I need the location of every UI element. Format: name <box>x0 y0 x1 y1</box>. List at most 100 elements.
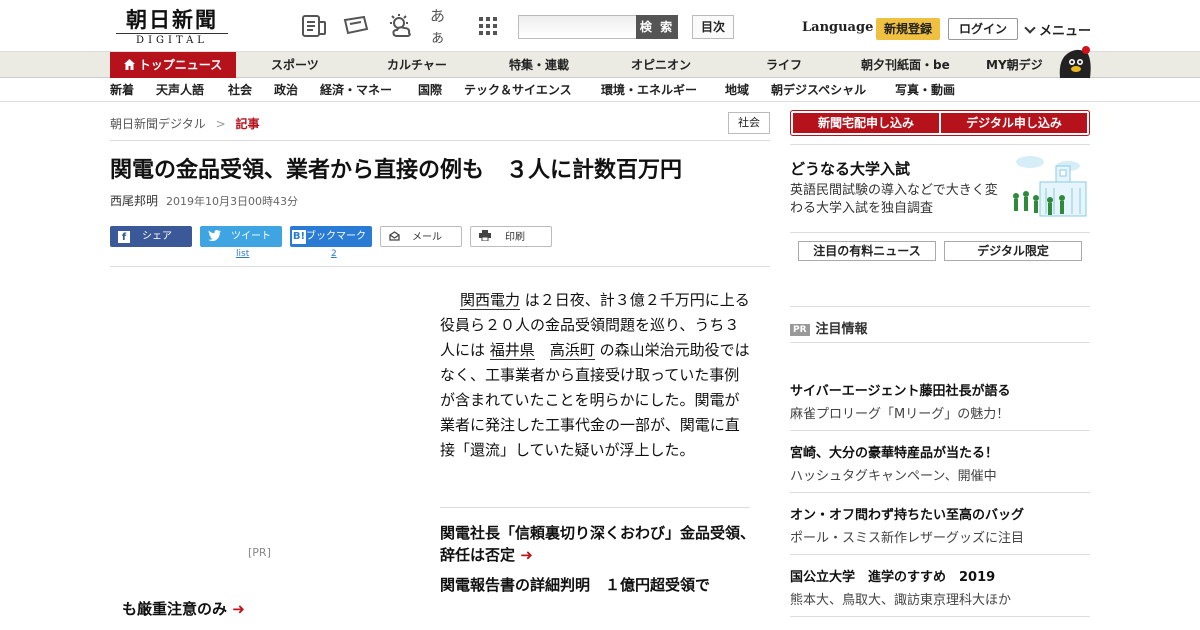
pr-item-desc[interactable]: 麻雀プロリーグ「Mリーグ」の魅力！ <box>790 403 1009 422</box>
related-link-left[interactable]: も厳重注意のみ ➜ <box>122 598 245 619</box>
pr-item-desc[interactable]: ハッシュタグキャンペーン、開催中 <box>790 465 997 484</box>
article-headline: 関電の金品受領、業者から直接の例も ３人に計数百万円 <box>110 158 683 183</box>
article-body: 関西電力 は２日夜、計３億２千万円に上る役員ら２０人の金品受領問題を巡り、うち３… <box>440 288 752 463</box>
twitter-share-button[interactable]: ツイート <box>200 226 282 247</box>
breadcrumb-separator: > <box>215 117 226 131</box>
divider <box>790 430 1090 431</box>
breadcrumb-home[interactable]: 朝日新聞デジタル <box>110 117 206 131</box>
pr-item-desc[interactable]: 熊本大、鳥取大、諏訪東京理科大ほか <box>790 589 1011 608</box>
related-article-link[interactable]: 関電報告書の詳細判明 １億円超受領で <box>440 574 760 596</box>
nav-politics[interactable]: 政治 <box>274 78 298 102</box>
facebook-share-button[interactable]: f シェア <box>110 226 192 247</box>
pr-item-title[interactable]: サイバーエージェント藤田社長が語る <box>790 380 1010 399</box>
feature-title[interactable]: どうなる大学入試 <box>790 158 910 179</box>
nav-tech-science[interactable]: テック＆サイエンス <box>464 78 572 102</box>
related-article-link[interactable]: 関電社長「信頼裏切り深くおわび」金品受領、辞任は否定 ➜ <box>440 522 760 566</box>
arrow-right-icon: ➜ <box>232 600 245 618</box>
nav-region[interactable]: 地域 <box>725 78 749 102</box>
byline: 西尾邦明 2019年10月3日00時43分 <box>110 192 298 209</box>
divider <box>790 342 1090 343</box>
nav-top-news-label: トップニュース <box>138 58 223 72</box>
nav-my-asadigi[interactable]: MY朝デジ <box>986 52 1043 78</box>
twitter-count[interactable]: list <box>236 249 249 259</box>
breadcrumb: 朝日新聞デジタル > 記事 <box>110 115 260 132</box>
nav-photo-video[interactable]: 写真・動画 <box>895 78 955 102</box>
chevron-down-icon <box>1024 22 1036 34</box>
pr-badge: PR <box>790 324 810 336</box>
hatena-bookmark-button[interactable]: B!ブックマーク <box>290 226 372 247</box>
divider <box>440 507 750 508</box>
print-button[interactable]: 印刷 <box>470 226 552 247</box>
secondary-nav: 新着 天声人語 社会 政治 経済・マネー 国際 テック＆サイエンス 環境・エネル… <box>0 78 1200 102</box>
pr-item-title[interactable]: 宮崎、大分の豪華特産品が当たる！ <box>790 442 998 461</box>
divider <box>110 140 770 141</box>
divider <box>790 616 1090 617</box>
arrow-right-icon: ➜ <box>520 546 533 564</box>
link-fukui[interactable]: 福井県 <box>489 341 535 360</box>
print-icon <box>479 228 491 249</box>
nav-culture[interactable]: カルチャー <box>387 52 447 78</box>
hatena-count[interactable]: 2 <box>331 249 337 259</box>
register-button[interactable]: 新規登録 <box>876 18 940 40</box>
university-illustration[interactable] <box>1010 152 1090 224</box>
font-size-icon[interactable]: あぁ <box>430 7 458 46</box>
nav-international[interactable]: 国際 <box>418 78 442 102</box>
feature-description[interactable]: 英語民間試験の導入などで大きく変わる大学入試を独自調査 <box>790 182 1010 218</box>
tab-paid-news[interactable]: 注目の有料ニュース <box>798 241 936 261</box>
pr-item-title[interactable]: 国公立大学 進学のすすめ 2019 <box>790 566 995 585</box>
link-takahama[interactable]: 高浜町 <box>549 341 595 360</box>
link-kansai-electric[interactable]: 関西電力 <box>460 291 521 310</box>
font-size-glyph: あぁ <box>430 7 446 46</box>
search-button[interactable]: 検 索 <box>636 15 678 39</box>
pr-item-desc[interactable]: ポール・スミス新作レザーグッズに注目 <box>790 527 1024 546</box>
divider <box>790 232 1090 233</box>
related-article-title: 関電社長「信頼裏切り深くおわび」金品受領、辞任は否定 <box>440 524 756 564</box>
twitter-icon <box>208 228 221 249</box>
subscribe-paper-button[interactable]: 新聞宅配申し込み <box>792 112 940 134</box>
menu-label: メニュー <box>1039 24 1092 39</box>
print-label: 印刷 <box>505 232 525 243</box>
login-button[interactable]: ログイン <box>948 18 1018 40</box>
pr-label: [PR] <box>248 546 271 559</box>
nav-tenseijingo[interactable]: 天声人語 <box>156 78 204 102</box>
mascot-icon[interactable] <box>1056 44 1092 82</box>
grid-menu-icon[interactable] <box>474 12 502 40</box>
nav-life[interactable]: ライフ <box>766 52 802 78</box>
twitter-share-label: ツイート <box>231 231 271 242</box>
subscribe-digital-button[interactable]: デジタル申し込み <box>940 112 1088 134</box>
author: 西尾邦明 <box>110 194 159 208</box>
related-article-title: 関電報告書の詳細判明 １億円超受領で <box>440 576 711 594</box>
nav-special[interactable]: 朝デジスペシャル <box>771 78 866 102</box>
nav-top-news[interactable]: トップニュース <box>110 52 236 78</box>
divider <box>790 144 1090 145</box>
nav-opinion[interactable]: オピニオン <box>631 52 691 78</box>
divider <box>110 266 770 267</box>
mail-share-button[interactable]: メール <box>380 226 462 247</box>
hatena-share-label: ブックマーク <box>306 231 366 242</box>
pr-item-title[interactable]: オン・オフ問わず持ちたい至高のバッグ <box>790 504 1024 523</box>
mail-label: メール <box>412 232 442 243</box>
nav-environment[interactable]: 環境・エネルギー <box>601 78 697 102</box>
site-header: 朝日新聞 DIGITAL あぁ 検 索 目次 Language 新規登録 ログイ… <box>0 0 1200 52</box>
weather-icon[interactable] <box>386 12 414 40</box>
menu-button[interactable]: メニュー <box>1024 20 1092 39</box>
search-input[interactable] <box>518 15 638 39</box>
nav-society[interactable]: 社会 <box>228 78 252 102</box>
logo-en: DIGITAL <box>116 33 228 47</box>
home-icon <box>123 53 135 79</box>
nav-latest[interactable]: 新着 <box>110 78 134 102</box>
facebook-icon: f <box>118 231 130 243</box>
newspaper-icon[interactable] <box>300 12 328 40</box>
tab-digital-only[interactable]: デジタル限定 <box>944 241 1082 261</box>
nav-papers[interactable]: 朝夕刊紙面・be <box>861 52 950 78</box>
site-logo[interactable]: 朝日新聞 DIGITAL <box>116 8 228 47</box>
nav-economy[interactable]: 経済・マネー <box>320 78 392 102</box>
nav-sports[interactable]: スポーツ <box>271 52 319 78</box>
language-link[interactable]: Language <box>802 20 873 35</box>
logo-jp: 朝日新聞 <box>126 7 218 32</box>
ticket-icon[interactable] <box>342 12 370 40</box>
publish-date: 2019年10月3日00時43分 <box>166 195 298 208</box>
nav-features[interactable]: 特集・連載 <box>509 52 569 78</box>
category-tag[interactable]: 社会 <box>728 112 770 134</box>
toc-button[interactable]: 目次 <box>692 15 734 39</box>
